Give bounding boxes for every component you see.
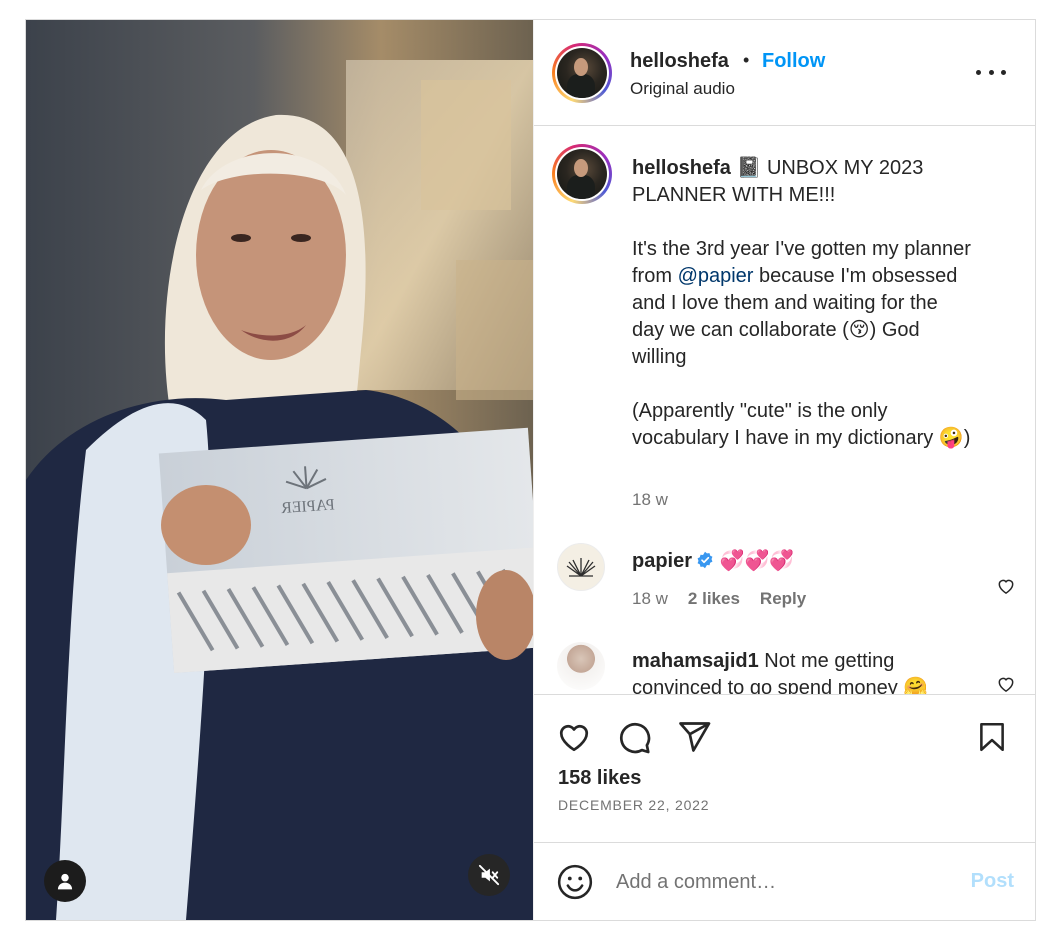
comment-composer: Post <box>534 842 1036 920</box>
comment-meta: 18 w 2 likes Reply <box>632 589 806 609</box>
mention-link[interactable]: @papier <box>678 265 754 287</box>
comment-input[interactable] <box>616 867 936 897</box>
comment-papier: papier 💞💞💞 <box>632 548 972 575</box>
comment-button[interactable] <box>614 717 654 757</box>
post-card: PAPIER helloshefa • Follow Original audi… <box>25 19 1036 921</box>
reply-button[interactable]: Reply <box>760 589 806 609</box>
mute-icon <box>478 864 500 886</box>
share-icon <box>679 722 711 752</box>
caption-para3: (Apparently "cute" is the only vocabular… <box>632 400 939 449</box>
bookmark-icon <box>980 722 1004 752</box>
save-button[interactable] <box>972 717 1012 757</box>
separator-dot: • <box>743 50 750 70</box>
caption-timestamp[interactable]: 18 w <box>632 490 668 510</box>
commenter-avatar-mahamsajid1[interactable] <box>557 642 605 690</box>
audio-label[interactable]: Original audio <box>630 79 735 99</box>
more-icon <box>976 69 981 75</box>
video-frame-image: PAPIER <box>26 20 533 920</box>
comment-timestamp[interactable]: 18 w <box>632 589 668 609</box>
comment-username[interactable]: mahamsajid1 <box>632 650 759 672</box>
kiss-emoji: 😚 <box>848 319 870 341</box>
comment-like-heart-icon[interactable] <box>996 576 1016 596</box>
comment-body: 💞💞💞 <box>719 550 795 572</box>
share-button[interactable] <box>674 717 714 757</box>
zany-emoji: 🤪 <box>938 427 964 449</box>
follow-button[interactable]: Follow <box>762 50 825 73</box>
like-button[interactable] <box>554 717 594 757</box>
post-header: helloshefa • Follow Original audio <box>534 20 1036 126</box>
user-tag-icon <box>57 873 73 890</box>
post-side-panel: helloshefa • Follow Original audio hello… <box>533 20 1036 920</box>
verified-icon <box>697 551 713 569</box>
heart-icon <box>559 724 589 752</box>
likes-count[interactable]: 158 likes <box>558 767 641 790</box>
author-avatar[interactable] <box>552 43 612 103</box>
comment-icon <box>620 722 651 754</box>
emoji-icon[interactable] <box>556 863 594 901</box>
more-options-button[interactable] <box>976 58 1006 86</box>
comment-mahamsajid1: mahamsajid1 Not me getting convinced to … <box>632 648 972 694</box>
comment-username[interactable]: papier <box>632 550 692 572</box>
caption-username[interactable]: helloshefa <box>632 157 731 179</box>
comments-section[interactable]: helloshefa 📓 UNBOX MY 2023 PLANNER WITH … <box>534 126 1036 694</box>
tag-people-button[interactable] <box>44 860 86 902</box>
caption-text: helloshefa 📓 UNBOX MY 2023 PLANNER WITH … <box>632 155 972 452</box>
papier-logo-icon <box>566 558 596 577</box>
post-video[interactable]: PAPIER <box>26 20 533 920</box>
commenter-avatar-papier[interactable] <box>557 543 605 591</box>
comment-like-heart-icon[interactable] <box>996 674 1016 694</box>
comment-likes[interactable]: 2 likes <box>688 589 740 609</box>
post-comment-button[interactable]: Post <box>971 870 1014 893</box>
caption-author-avatar[interactable] <box>552 144 612 204</box>
caption-para3-end: ) <box>963 427 971 449</box>
post-date[interactable]: DECEMBER 22, 2022 <box>558 797 709 813</box>
mute-button[interactable] <box>468 854 510 896</box>
notebook-emoji: 📓 <box>736 157 762 179</box>
post-actions: 158 likes DECEMBER 22, 2022 <box>534 694 1036 842</box>
author-username[interactable]: helloshefa <box>630 50 729 73</box>
